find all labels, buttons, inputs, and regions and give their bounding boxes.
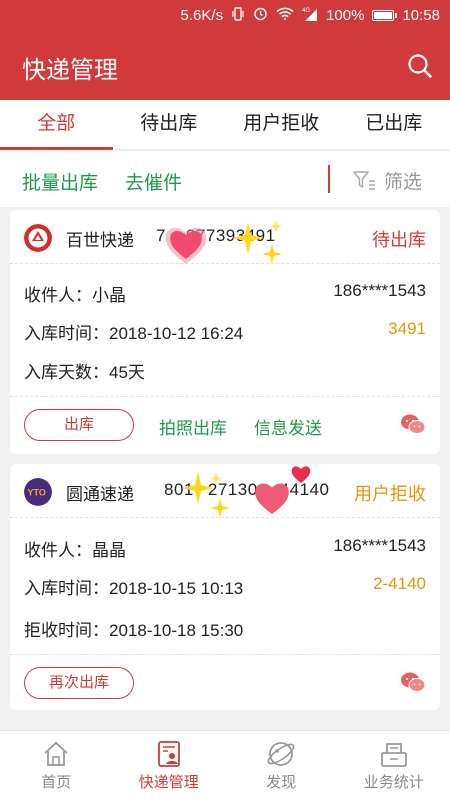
svg-text:YTO: YTO: [28, 488, 46, 498]
card-footer: 再次出库: [10, 654, 440, 710]
card-header: YTO 圆通速递 801 27130 44140 用户拒收: [10, 464, 440, 518]
nav-label: 业务统计: [363, 774, 424, 791]
alarm-icon: [253, 6, 268, 25]
card-header: 百世快递 7 977393491 待出库: [10, 210, 440, 264]
yto-express-logo-icon: YTO: [24, 478, 52, 506]
parcel-manage-icon: [157, 741, 180, 767]
nav-discover[interactable]: 发现: [225, 731, 338, 800]
reject-time: 拒收时间：2018-10-18 15:30: [24, 621, 244, 640]
nav-parcel-manage[interactable]: 快递管理: [113, 731, 226, 800]
app-bar: 快递管理: [0, 30, 450, 100]
nav-stats[interactable]: 业务统计: [338, 731, 450, 800]
action-bar: 批量出库 去催件 筛选: [0, 151, 450, 207]
filter-icon: [353, 170, 375, 190]
parcel-card[interactable]: 百世快递 7 977393491 待出库 收件人：小晶 186****1543 入…: [10, 210, 440, 454]
nav-label: 发现: [266, 774, 297, 791]
stats-icon: [380, 743, 407, 767]
tab-all[interactable]: 全部: [0, 100, 113, 150]
status-badge: 用户拒收: [354, 484, 426, 504]
urge-button[interactable]: 去催件: [125, 168, 182, 195]
parcel-card[interactable]: YTO 圆通速递 801 27130 44140 用户拒收 收件人：晶晶 186**…: [10, 464, 440, 710]
recipient-row: 收件人：小晶: [24, 286, 126, 305]
tracking-number: 7 977393491: [156, 226, 276, 245]
send-message-button[interactable]: 信息发送: [254, 414, 322, 439]
home-icon: [44, 741, 68, 766]
wechat-icon[interactable]: [400, 671, 426, 693]
battery-icon: [372, 10, 398, 21]
days-in-stock: 入库天数：45天: [24, 363, 145, 382]
search-icon: [408, 54, 432, 78]
phone-number: 186****1543: [333, 281, 426, 300]
nav-label: 快递管理: [138, 774, 199, 791]
recipient-row: 收件人：晶晶: [24, 541, 126, 560]
restock-out-button[interactable]: 再次出库: [24, 667, 134, 699]
nav-label: 首页: [41, 774, 72, 791]
clock: 10:58: [402, 7, 440, 24]
wifi-icon: [276, 7, 294, 24]
photo-out-button[interactable]: 拍照出库: [159, 414, 227, 439]
discover-icon: [267, 742, 295, 766]
svg-text:4G: 4G: [302, 8, 310, 14]
stock-out-button[interactable]: 出库: [24, 409, 134, 441]
tracking-number: 801 27130 44140: [164, 480, 330, 499]
filter-button[interactable]: 筛选: [352, 167, 422, 194]
nav-home[interactable]: 首页: [0, 731, 113, 800]
courier-name: 圆通速递: [66, 485, 134, 504]
status-bar: 5.6K/s 4G 100% 10:58: [0, 0, 450, 30]
stock-in-time: 入库时间：2018-10-12 16:24: [24, 324, 244, 343]
status-badge: 待出库: [372, 230, 426, 250]
tab-shipped[interactable]: 已出库: [338, 100, 450, 149]
pickup-code: 3491: [388, 319, 426, 338]
vibrate-icon: [231, 6, 245, 25]
phone-number: 186****1543: [333, 536, 426, 555]
search-button[interactable]: [406, 52, 434, 80]
stock-in-time: 入库时间：2018-10-15 10:13: [24, 579, 244, 598]
signal-icon: 4G: [302, 7, 318, 25]
network-speed: 5.6K/s: [180, 7, 224, 24]
tab-pending-out[interactable]: 待出库: [113, 100, 226, 149]
filter-label: 筛选: [384, 172, 423, 193]
battery-percent: 100%: [326, 7, 365, 24]
card-footer: 出库 拍照出库 信息发送: [10, 396, 440, 452]
tab-bar: 全部 待出库 用户拒收 已出库: [0, 100, 450, 150]
wechat-icon[interactable]: [400, 413, 426, 435]
page-title: 快递管理: [22, 57, 118, 84]
tab-rejected[interactable]: 用户拒收: [225, 100, 338, 149]
divider: [328, 165, 330, 193]
courier-name: 百世快递: [66, 231, 134, 250]
bottom-nav: 首页 快递管理 发现 业务统计: [0, 730, 450, 800]
best-express-logo-icon: [24, 224, 52, 252]
batch-out-button[interactable]: 批量出库: [22, 168, 98, 195]
pickup-code: 2-4140: [373, 574, 426, 593]
